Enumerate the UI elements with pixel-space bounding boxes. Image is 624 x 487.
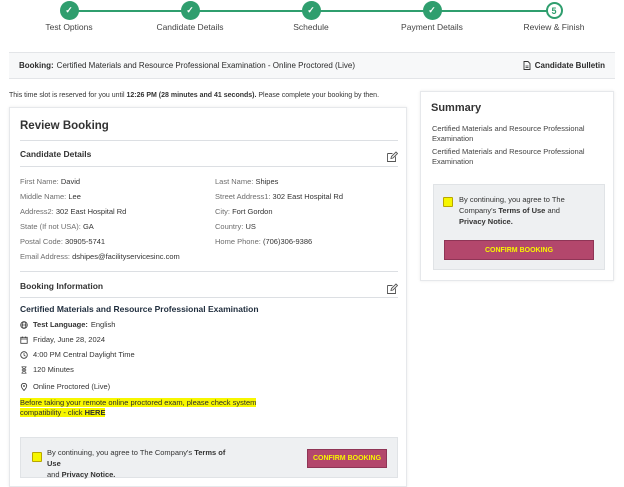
summary-card: Summary Certified Materials and Resource… [420, 91, 614, 281]
globe-icon [20, 320, 28, 329]
booking-information-heading: Booking Information [20, 281, 104, 291]
review-booking-card: Review Booking Candidate Details First N… [9, 107, 407, 487]
country-field: Country: US [215, 222, 256, 231]
reservation-note: This time slot is reserved for you until… [9, 92, 379, 99]
divider [20, 297, 398, 298]
exam-duration-row: 120 Minutes [20, 365, 74, 374]
document-icon [523, 61, 531, 70]
agreement-box: By continuing, you agree to The Company'… [20, 437, 398, 479]
clock-icon [20, 350, 28, 359]
step-test-options[interactable]: ✓ Test Options [9, 2, 129, 32]
step-check-icon: ✓ [302, 2, 320, 19]
street-address1-field: Street Address1: 302 East Hospital Rd [215, 192, 344, 201]
step-check-icon: ✓ [60, 2, 78, 19]
home-phone-field: Home Phone: (706)306-9386 [215, 237, 313, 246]
booking-bar: Booking: Certified Materials and Resourc… [9, 52, 615, 79]
summary-privacy-link[interactable]: Privacy Notice. [459, 217, 513, 226]
summary-agreement-box: By continuing, you agree to The Company'… [433, 184, 605, 270]
step-schedule[interactable]: ✓ Schedule [251, 2, 371, 32]
step-review-finish[interactable]: 5 Review & Finish [494, 2, 614, 32]
test-language-label: Test Language: [33, 320, 88, 329]
middle-name-field: Middle Name: Lee [20, 192, 81, 201]
divider [20, 166, 398, 167]
bulletin-label: Candidate Bulletin [534, 61, 605, 70]
step-label: Review & Finish [523, 22, 585, 32]
step-candidate-details[interactable]: ✓ Candidate Details [130, 2, 250, 32]
exam-title: Certified Materials and Resource Profess… [20, 304, 259, 314]
exam-duration: 120 Minutes [33, 365, 74, 374]
step-payment-details[interactable]: ✓ Payment Details [372, 2, 492, 32]
summary-title: Summary [431, 102, 482, 114]
confirm-booking-button[interactable]: CONFIRM BOOKING [307, 449, 387, 468]
reservation-prefix: This time slot is reserved for you until [9, 92, 125, 99]
step-label: Payment Details [401, 22, 463, 32]
test-language-value: English [90, 320, 116, 329]
test-language-row: Test Language: English [20, 320, 115, 329]
exam-time: 4:00 PM Central Daylight Time [33, 350, 135, 359]
summary-confirm-booking-button[interactable]: CONFIRM BOOKING [444, 240, 594, 260]
candidate-bulletin-link[interactable]: Candidate Bulletin [523, 61, 605, 70]
agree-checkbox[interactable] [32, 452, 42, 462]
booking-label: Booking: [19, 61, 54, 70]
city-field: City: Fort Gordon [215, 207, 273, 216]
privacy-link[interactable]: Privacy Notice. [62, 470, 116, 479]
step-check-icon: ✓ [423, 2, 441, 19]
postal-code-field: Postal Code: 30905-5741 [20, 237, 106, 246]
email-field: Email Address: dshipes@facilityservicesi… [20, 252, 180, 261]
divider [20, 271, 398, 272]
summary-line: Certified Materials and Resource Profess… [432, 147, 585, 166]
state-field: State (If not USA): GA [20, 222, 94, 231]
edit-candidate-icon[interactable] [386, 151, 398, 163]
page-title: Review Booking [20, 120, 109, 132]
edit-booking-icon[interactable] [386, 283, 398, 295]
delivery-row: Online Proctored (Live) [20, 382, 110, 391]
warning-line1: Before taking your remote online proctor… [20, 398, 257, 407]
last-name-field: Last Name: Shipes [215, 177, 279, 186]
address2-field: Address2: 302 East Hospital Rd [20, 207, 127, 216]
summary-line: Certified Materials and Resource Profess… [432, 124, 585, 143]
step-label: Candidate Details [156, 22, 224, 32]
progress-stepper: ✓ Test Options ✓ Candidate Details ✓ Sch… [0, 0, 624, 44]
booking-value: Certified Materials and Resource Profess… [56, 61, 356, 70]
step-label: Test Options [45, 22, 93, 32]
delivery-mode: Online Proctored (Live) [33, 382, 111, 391]
summary-agree-text: By continuing, you agree to The Company'… [459, 195, 565, 226]
summary-agree-checkbox[interactable] [443, 197, 453, 207]
compatibility-link[interactable]: HERE [85, 408, 106, 417]
exam-date: Friday, June 28, 2024 [33, 335, 105, 344]
step-number: 5 [545, 2, 563, 19]
agree-text: By continuing, you agree to The Company'… [47, 448, 226, 479]
location-pin-icon [20, 382, 28, 391]
first-name-field: First Name: David [20, 177, 81, 186]
step-check-icon: ✓ [181, 2, 199, 19]
warning-line2: compatibility - click HERE [20, 408, 106, 417]
reservation-time: 12:26 PM (28 minutes and 41 seconds). [126, 92, 257, 99]
step-label: Schedule [293, 22, 329, 32]
reservation-suffix: Please complete your booking by then. [258, 92, 380, 99]
hourglass-icon [21, 365, 27, 374]
calendar-icon [20, 336, 28, 344]
divider [20, 140, 398, 141]
summary-terms-link[interactable]: Terms of Use [498, 206, 545, 215]
exam-time-row: 4:00 PM Central Daylight Time [20, 350, 135, 359]
compatibility-warning: Before taking your remote online proctor… [20, 398, 257, 418]
exam-date-row: Friday, June 28, 2024 [20, 335, 105, 344]
candidate-details-heading: Candidate Details [20, 149, 92, 159]
